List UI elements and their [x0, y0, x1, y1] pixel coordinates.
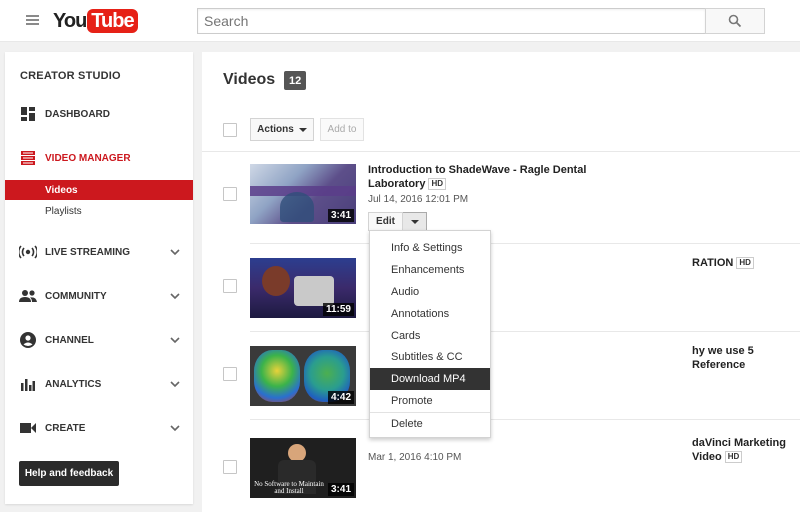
sidebar-item-create[interactable]: CREATE — [5, 416, 193, 440]
thumbnail-caption: No Software to Maintain and Install — [254, 480, 324, 495]
video-manager-icon — [19, 149, 37, 167]
menu-item-info-settings[interactable]: Info & Settings — [370, 237, 490, 259]
video-duration: 11:59 — [322, 303, 354, 316]
select-all-checkbox[interactable] — [223, 123, 237, 137]
youtube-logo[interactable]: You Tube — [53, 9, 138, 33]
sidebar-item-community[interactable]: COMMUNITY — [5, 284, 193, 308]
search-input[interactable] — [197, 8, 706, 34]
video-title[interactable]: hy we use 5 Reference — [692, 344, 800, 372]
video-manager-panel: Videos 12 Actions Add to 3:41 Introducti… — [202, 52, 800, 512]
divider — [250, 331, 800, 332]
video-thumbnail[interactable]: No Software to Maintain and Install 3:41 — [250, 438, 356, 498]
row-checkbox[interactable] — [223, 187, 237, 201]
menu-item-subtitles-cc[interactable]: Subtitles & CC — [370, 346, 490, 368]
menu-item-download-mp4[interactable]: Download MP4 — [370, 368, 490, 391]
edit-button[interactable]: Edit — [368, 212, 403, 231]
menu-item-audio[interactable]: Audio — [370, 281, 490, 303]
chevron-down-icon[interactable] — [169, 290, 181, 302]
thumbnail-left-shape — [254, 350, 300, 402]
caret-down-icon — [410, 219, 419, 224]
video-title[interactable]: Introduction to ShadeWave - Ragle Dental… — [368, 163, 586, 191]
video-thumbnail[interactable]: 11:59 — [250, 258, 356, 318]
video-duration: 3:41 — [327, 483, 354, 496]
chevron-down-icon[interactable] — [169, 246, 181, 258]
edit-dropdown-button[interactable] — [403, 212, 427, 231]
hd-badge: HD — [724, 451, 743, 463]
add-to-button[interactable]: Add to — [320, 118, 364, 141]
menu-icon[interactable] — [26, 15, 39, 25]
divider — [250, 419, 800, 420]
edit-dropdown-menu: Info & Settings Enhancements Audio Annot… — [369, 230, 491, 438]
row-checkbox[interactable] — [223, 279, 237, 293]
sidebar-item-analytics[interactable]: ANALYTICS — [5, 372, 193, 396]
search-button[interactable] — [705, 8, 765, 34]
video-title[interactable]: RATION HD — [692, 256, 754, 270]
divider — [202, 151, 800, 152]
menu-item-cards[interactable]: Cards — [370, 325, 490, 347]
row-checkbox[interactable] — [223, 460, 237, 474]
video-thumbnail[interactable]: 3:41 — [250, 164, 356, 224]
video-duration: 3:41 — [327, 209, 354, 222]
search-icon — [728, 14, 742, 28]
menu-item-enhancements[interactable]: Enhancements — [370, 259, 490, 281]
masthead: You Tube — [0, 0, 800, 42]
menu-item-promote[interactable]: Promote — [370, 390, 490, 412]
sidebar-item-dashboard[interactable]: DASHBOARD — [5, 102, 193, 126]
community-icon — [19, 287, 37, 305]
sidebar-subitem-videos[interactable]: Videos — [5, 180, 193, 200]
live-streaming-icon — [19, 243, 37, 261]
channel-icon — [19, 331, 37, 349]
sidebar-subitem-playlists[interactable]: Playlists — [5, 201, 193, 221]
chevron-down-icon[interactable] — [169, 422, 181, 434]
page-title: Videos — [223, 71, 276, 88]
thumbnail-figure — [280, 192, 314, 222]
dashboard-icon — [19, 105, 37, 123]
sidebar: CREATOR STUDIO DASHBOARD VIDEO MANAGER V… — [5, 52, 193, 504]
caret-down-icon — [298, 127, 307, 132]
video-date: Jul 14, 2016 12:01 PM — [368, 194, 469, 205]
creator-studio-title: CREATOR STUDIO — [20, 70, 121, 82]
chevron-down-icon[interactable] — [169, 378, 181, 390]
video-count-badge: 12 — [284, 71, 307, 90]
video-thumbnail[interactable]: 4:42 — [250, 346, 356, 406]
sidebar-item-video-manager[interactable]: VIDEO MANAGER — [5, 146, 193, 170]
menu-item-delete[interactable]: Delete — [370, 413, 490, 435]
divider — [250, 243, 800, 244]
help-and-feedback-button[interactable]: Help and feedback — [19, 461, 119, 486]
menu-item-annotations[interactable]: Annotations — [370, 303, 490, 325]
thumbnail-figure — [262, 266, 290, 296]
hd-badge: HD — [428, 178, 447, 190]
analytics-icon — [19, 375, 37, 393]
edit-button-group: Edit — [368, 212, 427, 231]
video-duration: 4:42 — [327, 391, 354, 404]
create-icon — [19, 419, 37, 437]
sidebar-item-channel[interactable]: CHANNEL — [5, 328, 193, 352]
sidebar-item-live-streaming[interactable]: LIVE STREAMING — [5, 240, 193, 264]
video-title[interactable]: daVinci Marketing Video HD — [692, 436, 800, 464]
hd-badge: HD — [736, 257, 754, 269]
row-checkbox[interactable] — [223, 367, 237, 381]
actions-button[interactable]: Actions — [250, 118, 314, 141]
video-date: Mar 1, 2016 4:10 PM — [368, 452, 462, 463]
thumbnail-device — [294, 276, 334, 306]
chevron-down-icon[interactable] — [169, 334, 181, 346]
